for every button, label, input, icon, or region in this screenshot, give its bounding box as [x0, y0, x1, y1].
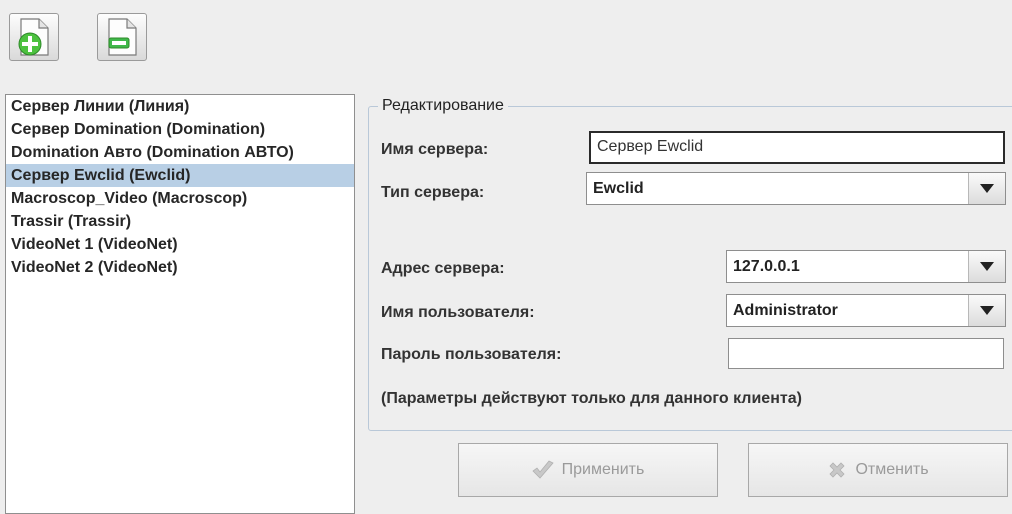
server-address-label: Адрес сервера: [381, 260, 505, 277]
list-item[interactable]: Macroscop_Video (Macroscop) [6, 187, 354, 210]
list-item[interactable]: Сервер Линии (Линия) [6, 95, 354, 118]
checkmark-icon [532, 460, 554, 479]
username-value: Administrator [733, 302, 838, 319]
password-label: Пароль пользователя: [381, 346, 562, 363]
cancel-button[interactable]: Отменить [748, 443, 1008, 497]
list-item[interactable]: VideoNet 1 (VideoNet) [6, 233, 354, 256]
remove-server-button[interactable] [97, 13, 147, 61]
server-address-value: 127.0.0.1 [733, 258, 800, 275]
edit-group-title: Редактирование [378, 96, 508, 116]
server-type-value: Ewclid [593, 180, 644, 197]
remove-document-icon [108, 18, 137, 56]
cancel-x-icon [829, 462, 846, 478]
server-type-label: Тип сервера: [381, 184, 485, 201]
username-select[interactable]: Administrator [726, 294, 1006, 327]
server-address-dropdown-button[interactable] [968, 251, 1005, 282]
add-document-icon [18, 18, 49, 56]
username-label: Имя пользователя: [381, 304, 535, 321]
server-type-dropdown-button[interactable] [968, 173, 1005, 204]
chevron-down-icon [980, 184, 994, 193]
client-params-note: (Параметры действуют только для данного … [381, 390, 802, 407]
apply-button-label: Применить [561, 461, 645, 478]
cancel-button-label: Отменить [855, 461, 929, 478]
server-name-label: Имя сервера: [381, 141, 489, 158]
apply-button[interactable]: Применить [458, 443, 718, 497]
chevron-down-icon [980, 306, 994, 315]
server-name-input[interactable]: Сервер Ewclid [589, 131, 1005, 164]
password-input[interactable] [728, 338, 1004, 369]
list-item[interactable]: Сервер Domination (Domination) [6, 118, 354, 141]
list-item[interactable]: Domination Авто (Domination АВТО) [6, 141, 354, 164]
server-list[interactable]: Сервер Линии (Линия) Сервер Domination (… [5, 94, 355, 514]
add-server-button[interactable] [9, 13, 59, 61]
server-address-select[interactable]: 127.0.0.1 [726, 250, 1006, 283]
username-dropdown-button[interactable] [968, 295, 1005, 326]
server-type-select[interactable]: Ewclid [586, 172, 1006, 205]
list-item-selected[interactable]: Сервер Ewclid (Ewclid) [6, 164, 354, 187]
list-item[interactable]: VideoNet 2 (VideoNet) [6, 256, 354, 279]
list-item[interactable]: Trassir (Trassir) [6, 210, 354, 233]
chevron-down-icon [980, 262, 994, 271]
